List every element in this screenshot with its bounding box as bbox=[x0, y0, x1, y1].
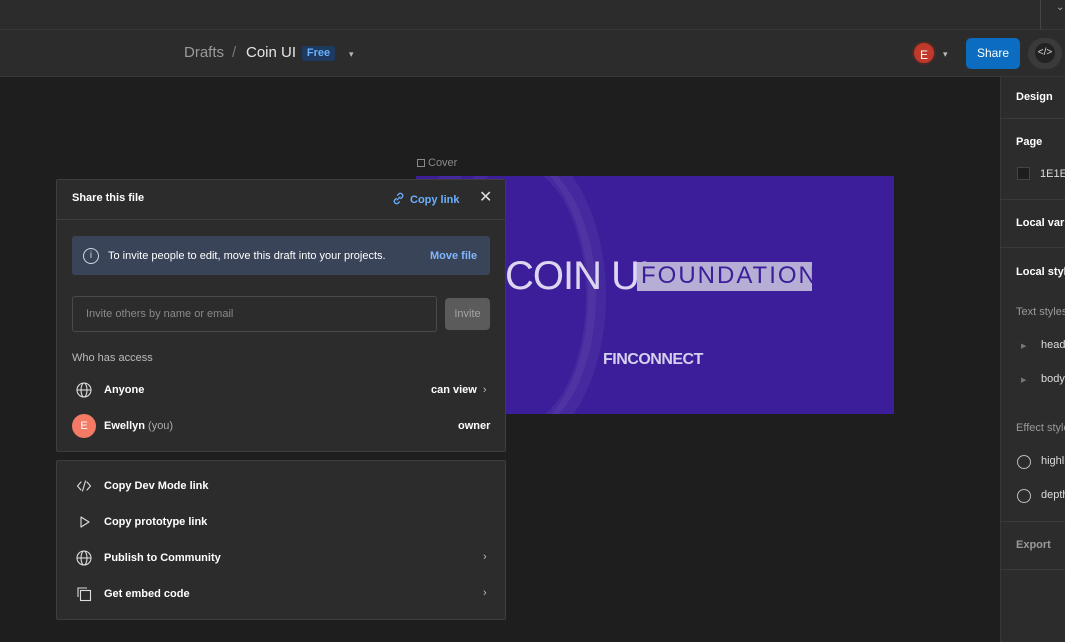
effect-style-item[interactable]: depth bbox=[1041, 489, 1065, 501]
chevron-right-icon: › bbox=[482, 384, 487, 396]
move-file-link[interactable]: Move file bbox=[430, 250, 477, 262]
avatar: E bbox=[72, 414, 96, 438]
code-icon: </> bbox=[1035, 43, 1055, 63]
chevron-down-icon[interactable]: ⌄ bbox=[1056, 2, 1064, 13]
menu-item-get-embed-code[interactable]: Get embed code bbox=[104, 588, 190, 600]
frame-label[interactable]: Cover bbox=[417, 157, 457, 169]
globe-icon bbox=[76, 550, 92, 566]
page-heading: Page bbox=[1016, 136, 1043, 148]
user-avatar[interactable]: E bbox=[912, 41, 936, 65]
frame-title: COIN UI bbox=[505, 254, 650, 298]
permission-label: can view bbox=[431, 384, 477, 396]
access-anyone-name: Anyone bbox=[104, 384, 145, 396]
file-menu-chevron-icon[interactable]: ▾ bbox=[349, 49, 354, 60]
file-toolbar bbox=[0, 30, 1065, 77]
page-color-value[interactable]: 1E1E1E bbox=[1040, 168, 1065, 180]
export-heading[interactable]: Export bbox=[1016, 539, 1051, 551]
text-style-item[interactable]: body bbox=[1041, 373, 1065, 385]
play-icon bbox=[80, 516, 90, 528]
access-user-name: Ewellyn (you) bbox=[104, 420, 173, 432]
menu-item-publish-to-community[interactable]: Publish to Community bbox=[104, 552, 221, 564]
share-button[interactable]: Share bbox=[966, 38, 1020, 69]
divider bbox=[1000, 569, 1065, 570]
link-icon bbox=[393, 192, 404, 205]
frame-icon bbox=[417, 159, 425, 167]
you-label: (you) bbox=[148, 420, 174, 432]
invite-button[interactable]: Invite bbox=[445, 298, 490, 330]
page-color-swatch[interactable] bbox=[1017, 167, 1030, 180]
divider bbox=[1000, 199, 1065, 200]
tab-design[interactable]: Design bbox=[1016, 91, 1053, 103]
divider bbox=[1000, 118, 1065, 119]
top-bar-divider bbox=[1040, 0, 1041, 30]
breadcrumb-separator: / bbox=[232, 44, 237, 61]
share-dialog-title: Share this file bbox=[72, 192, 145, 204]
chevron-right-icon: › bbox=[483, 587, 487, 599]
dev-mode-toggle[interactable]: </> bbox=[1028, 38, 1062, 69]
breadcrumb-drafts[interactable]: Drafts bbox=[184, 44, 224, 61]
expand-caret-icon[interactable]: ▶ bbox=[1021, 342, 1026, 350]
chevron-right-icon: › bbox=[483, 551, 487, 563]
expand-caret-icon[interactable]: ▶ bbox=[1021, 376, 1026, 384]
effect-style-icon bbox=[1017, 489, 1031, 503]
text-style-item[interactable]: heading bbox=[1041, 339, 1065, 351]
window-top-bar: ⌄ bbox=[0, 0, 1065, 30]
dialog-divider bbox=[57, 219, 505, 220]
file-name[interactable]: Coin UI bbox=[246, 44, 296, 61]
plan-badge: Free bbox=[302, 46, 335, 61]
user-name: Ewellyn bbox=[104, 420, 145, 432]
info-icon: i bbox=[83, 248, 99, 264]
divider bbox=[1000, 521, 1065, 522]
copy-link-label: Copy link bbox=[410, 194, 460, 206]
owner-role: owner bbox=[458, 420, 491, 432]
frame-subtitle: FOUNDATION bbox=[641, 262, 818, 289]
globe-icon bbox=[76, 382, 92, 398]
close-icon[interactable]: ✕ bbox=[479, 190, 492, 206]
frame-label-text: Cover bbox=[428, 157, 458, 169]
text-styles-heading: Text styles bbox=[1016, 306, 1065, 318]
embed-icon bbox=[77, 587, 92, 602]
anyone-permission-dropdown[interactable]: can view › bbox=[431, 384, 487, 396]
access-heading: Who has access bbox=[72, 352, 153, 364]
invite-input[interactable] bbox=[72, 296, 437, 332]
code-icon bbox=[76, 480, 92, 492]
menu-item-copy-prototype-link[interactable]: Copy prototype link bbox=[104, 516, 207, 528]
info-banner-text: To invite people to edit, move this draf… bbox=[108, 250, 386, 262]
effect-styles-heading: Effect styles bbox=[1016, 422, 1065, 434]
effect-style-icon bbox=[1017, 455, 1031, 469]
frame-brand: FINCONNECT bbox=[603, 351, 703, 368]
local-styles-heading: Local styles bbox=[1016, 266, 1065, 278]
divider bbox=[1000, 247, 1065, 248]
avatar-chevron-icon[interactable]: ▾ bbox=[943, 49, 948, 60]
menu-item-copy-dev-mode-link[interactable]: Copy Dev Mode link bbox=[104, 480, 209, 492]
local-variables-heading[interactable]: Local variables bbox=[1016, 217, 1065, 229]
copy-link-button[interactable]: Copy link bbox=[391, 191, 460, 206]
effect-style-item[interactable]: highlight bbox=[1041, 455, 1065, 467]
design-panel bbox=[1000, 77, 1065, 642]
